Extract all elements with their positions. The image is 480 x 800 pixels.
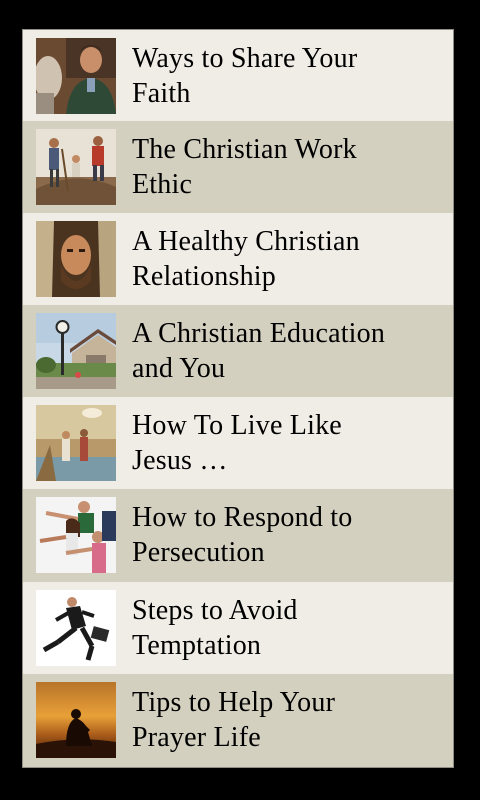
list-item-label: How To Live Like Jesus … — [132, 410, 342, 476]
two-men-talking-photo-icon — [36, 38, 116, 114]
praying-silhouette-photo-icon — [36, 682, 116, 758]
list-item-persecution[interactable]: How to Respond to Persecution — [23, 489, 453, 582]
article-list: Ways to Share Your Faith The Christian W… — [22, 29, 454, 768]
list-item-healthy-relationship[interactable]: A Healthy Christian Relationship — [23, 213, 453, 305]
baptism-painting-photo-icon — [36, 405, 116, 481]
family-gardening-photo-icon — [36, 129, 116, 205]
list-item-work-ethic[interactable]: The Christian Work Ethic — [23, 121, 453, 213]
list-item-label: Steps to Avoid Temptation — [132, 595, 298, 661]
list-item-avoid-temptation[interactable]: Steps to Avoid Temptation — [23, 582, 453, 674]
list-item-label: Ways to Share Your Faith — [132, 43, 358, 109]
list-item-christian-education[interactable]: A Christian Education and You — [23, 305, 453, 397]
list-item-label: The Christian Work Ethic — [132, 134, 357, 200]
list-item-prayer-life[interactable]: Tips to Help Your Prayer Life — [23, 674, 453, 767]
list-item-label: Tips to Help Your Prayer Life — [132, 687, 336, 753]
people-pointing-photo-icon — [36, 497, 116, 573]
list-item-share-faith[interactable]: Ways to Share Your Faith — [23, 30, 453, 121]
running-businessman-photo-icon — [36, 590, 116, 666]
list-item-label: How to Respond to Persecution — [132, 502, 353, 568]
list-item-label: A Healthy Christian Relationship — [132, 226, 360, 292]
jesus-portrait-photo-icon — [36, 221, 116, 297]
list-item-live-like-jesus[interactable]: How To Live Like Jesus … — [23, 397, 453, 489]
list-item-label: A Christian Education and You — [132, 318, 386, 384]
campus-clock-photo-icon — [36, 313, 116, 389]
